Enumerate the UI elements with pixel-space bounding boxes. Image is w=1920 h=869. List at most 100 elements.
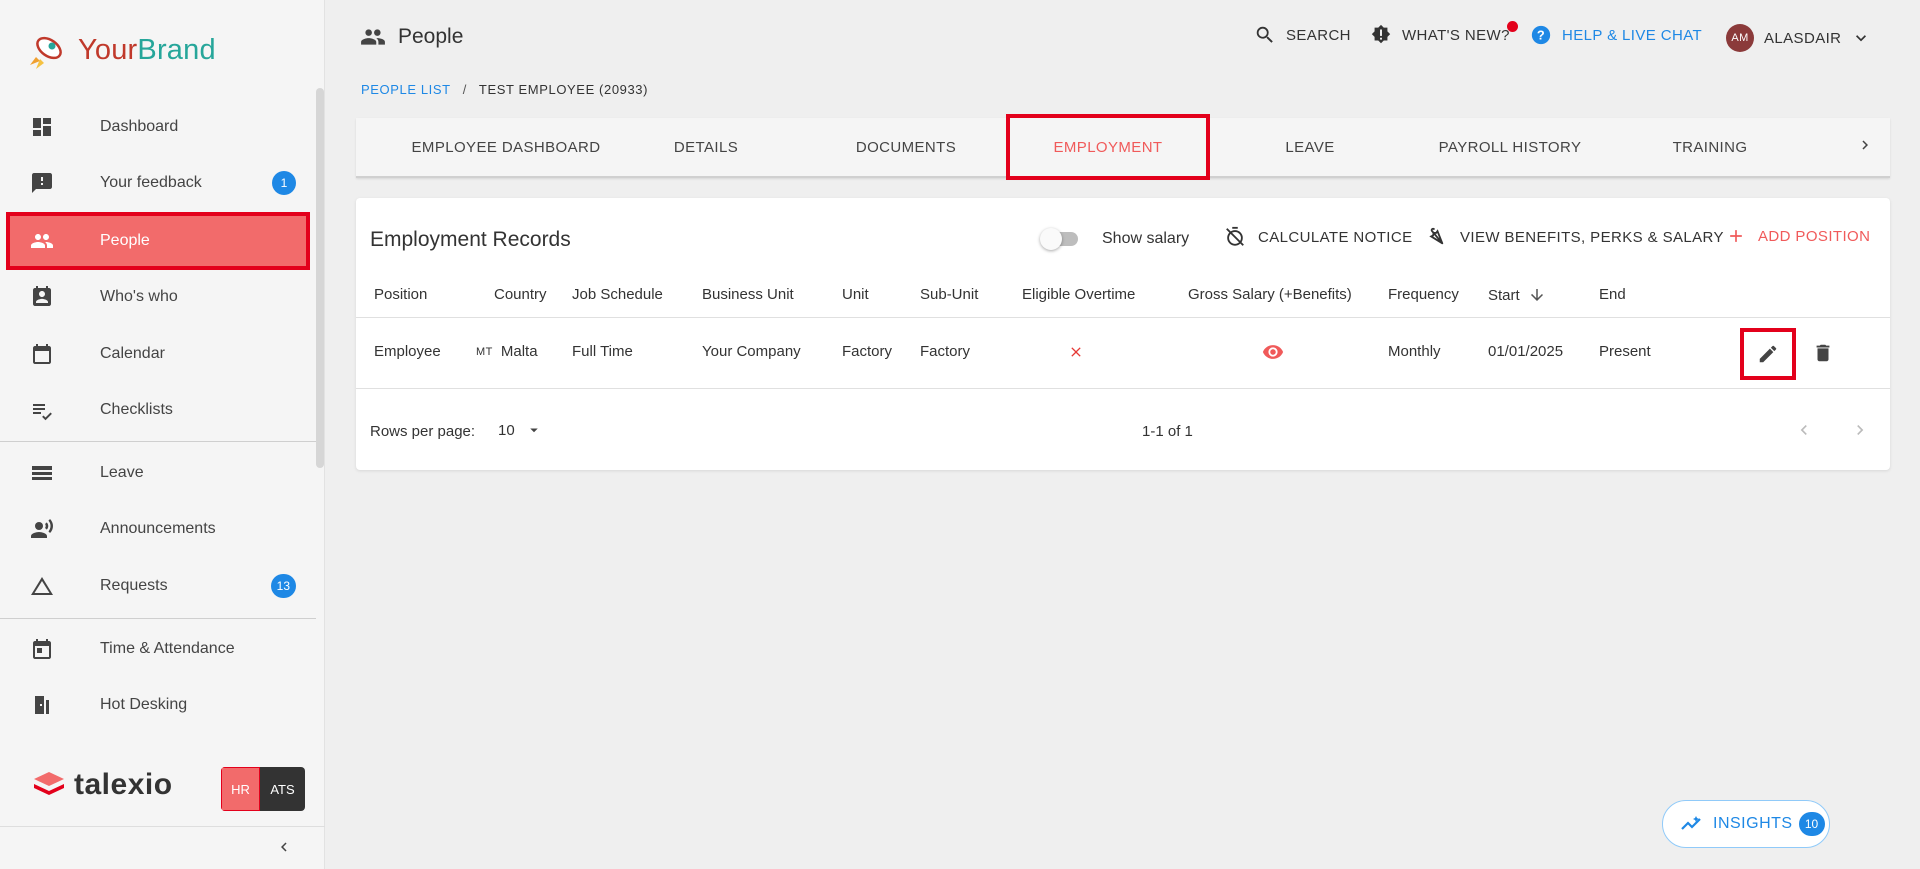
tab-details[interactable]: DETAILS xyxy=(606,118,806,176)
alert-badge-icon xyxy=(1371,24,1391,44)
sidebar-item-calendar[interactable]: Calendar xyxy=(10,329,306,379)
tab-leave[interactable]: LEAVE xyxy=(1210,118,1410,176)
col-header-frequency[interactable]: Frequency xyxy=(1388,286,1459,303)
cell-end: Present xyxy=(1599,343,1651,360)
edit-record-button[interactable] xyxy=(1740,328,1796,380)
umbrella-icon xyxy=(1429,227,1444,245)
reveal-salary-button[interactable] xyxy=(1260,341,1286,367)
delete-record-button[interactable] xyxy=(1812,341,1834,370)
whats-new-icon-wrap xyxy=(1370,24,1392,46)
cell-start: 01/01/2025 xyxy=(1488,343,1564,360)
sidebar-item-hot-desking[interactable]: Hot Desking xyxy=(10,680,306,730)
sidebar-item-announcements[interactable]: Announcements xyxy=(10,504,306,554)
help-live-chat-button[interactable]: ? HELP & LIVE CHAT xyxy=(1530,24,1702,46)
sidebar-item-whos-who[interactable]: Who's who xyxy=(10,272,306,322)
search-icon xyxy=(1256,26,1273,43)
col-header-gross-salary[interactable]: Gross Salary (+Benefits) xyxy=(1188,286,1352,303)
sidebar-item-people[interactable]: People xyxy=(6,212,310,270)
time-attendance-icon xyxy=(33,639,51,659)
col-header-unit[interactable]: Unit xyxy=(842,286,869,303)
col-header-position[interactable]: Position xyxy=(374,286,427,303)
requests-count-badge: 13 xyxy=(270,574,296,598)
search-button[interactable]: SEARCH xyxy=(1254,24,1351,46)
show-salary-toggle[interactable] xyxy=(1040,228,1078,250)
sidebar-item-time-attendance[interactable]: Time & Attendance xyxy=(10,624,306,674)
whats-new-button[interactable]: WHAT'S NEW? xyxy=(1370,20,1518,46)
chevron-right-icon xyxy=(1857,425,1864,435)
brand-logo[interactable]: YourBrand xyxy=(28,28,216,72)
chevron-left-icon xyxy=(281,842,287,852)
table-header-divider xyxy=(356,317,1890,318)
dashboard-icon xyxy=(33,118,51,136)
col-header-job-schedule[interactable]: Job Schedule xyxy=(572,286,663,303)
rows-per-page-select[interactable]: 10 xyxy=(498,421,543,439)
collapse-sidebar-button[interactable] xyxy=(275,838,293,861)
view-benefits-button[interactable]: VIEW BENEFITS, PERKS & SALARY xyxy=(1426,226,1724,248)
tab-training[interactable]: TRAINING xyxy=(1610,118,1810,176)
whats-new-label: WHAT'S NEW? xyxy=(1402,26,1510,44)
breadcrumb: PEOPLE LIST / TEST EMPLOYEE (20933) xyxy=(361,82,648,97)
door-icon xyxy=(35,696,49,714)
feedback-count-badge: 1 xyxy=(272,171,296,195)
calculate-notice-button[interactable]: CALCULATE NOTICE xyxy=(1224,226,1412,248)
chevron-right-icon xyxy=(1862,140,1868,150)
sidebar-item-leave[interactable]: Leave xyxy=(10,448,306,498)
avatar: AM xyxy=(1726,24,1754,52)
sidebar-scrollbar[interactable] xyxy=(316,88,324,468)
next-page-button[interactable] xyxy=(1850,420,1870,445)
col-header-start[interactable]: Start xyxy=(1488,286,1546,304)
rocket-icon xyxy=(30,36,62,69)
pagination-range: 1-1 of 1 xyxy=(1142,423,1193,440)
breadcrumb-separator: / xyxy=(462,82,467,97)
cell-eligible-overtime xyxy=(1068,344,1084,364)
insights-button[interactable]: INSIGHTS 10 xyxy=(1662,800,1830,848)
insights-count-badge: 10 xyxy=(1798,812,1825,836)
previous-page-button[interactable] xyxy=(1794,420,1814,445)
col-header-end[interactable]: End xyxy=(1599,286,1626,303)
col-header-sub-unit[interactable]: Sub-Unit xyxy=(920,286,978,303)
sidebar: YourBrand Dashboard Your feedback 1 Peop… xyxy=(0,0,325,869)
talexio-logo-icon xyxy=(34,772,64,795)
col-header-eligible-overtime[interactable]: Eligible Overtime xyxy=(1022,286,1135,303)
breadcrumb-current: TEST EMPLOYEE (20933) xyxy=(478,82,649,97)
talexio-logo: talexio xyxy=(32,768,173,802)
hr-switch-button[interactable]: HR xyxy=(221,767,260,811)
contact-card-icon xyxy=(33,286,51,306)
pencil-icon xyxy=(1759,345,1777,363)
calendar-icon xyxy=(33,344,51,364)
plus-icon xyxy=(1730,230,1742,242)
tab-payroll-history[interactable]: PAYROLL HISTORY xyxy=(1410,118,1610,176)
tab-employment[interactable]: EMPLOYMENT xyxy=(1006,114,1210,180)
page-title: People xyxy=(360,24,463,50)
timer-off-icon xyxy=(1226,226,1244,246)
eye-icon xyxy=(1262,345,1284,359)
brand-name: YourBrand xyxy=(78,33,216,66)
announcement-icon xyxy=(31,519,53,538)
svg-text:?: ? xyxy=(1537,28,1545,43)
country-code: MT xyxy=(476,345,493,358)
ats-switch-button[interactable]: ATS xyxy=(260,767,305,811)
cell-business-unit: Your Company xyxy=(702,343,801,360)
sidebar-item-checklists[interactable]: Checklists xyxy=(10,385,306,435)
breadcrumb-people-list-link[interactable]: PEOPLE LIST xyxy=(361,82,451,97)
add-position-button[interactable]: ADD POSITION xyxy=(1726,226,1870,246)
sidebar-item-your-feedback[interactable]: Your feedback 1 xyxy=(10,158,306,208)
rows-per-page-label: Rows per page: xyxy=(370,423,476,440)
cell-country: MT Malta xyxy=(476,343,538,360)
feedback-icon xyxy=(32,173,52,193)
sidebar-item-dashboard[interactable]: Dashboard xyxy=(10,102,306,152)
table-footer-divider xyxy=(356,388,1890,389)
col-header-country[interactable]: Country xyxy=(494,286,547,303)
leave-icon xyxy=(32,466,52,480)
sidebar-item-requests[interactable]: Requests 13 xyxy=(10,561,306,611)
cell-unit: Factory xyxy=(842,343,893,360)
tabs-scroll-right-button[interactable] xyxy=(1856,136,1874,159)
arrow-down-icon xyxy=(1530,289,1543,301)
help-icon: ? xyxy=(1531,25,1551,45)
tab-employee-dashboard[interactable]: EMPLOYEE DASHBOARD xyxy=(406,118,606,176)
employment-records-card: Employment Records Show salary CALCULATE… xyxy=(356,198,1890,470)
tab-documents[interactable]: DOCUMENTS xyxy=(806,118,1006,176)
caret-down-icon xyxy=(529,428,538,433)
user-menu[interactable]: AM ALASDAIR xyxy=(1726,24,1871,52)
col-header-business-unit[interactable]: Business Unit xyxy=(702,286,794,303)
